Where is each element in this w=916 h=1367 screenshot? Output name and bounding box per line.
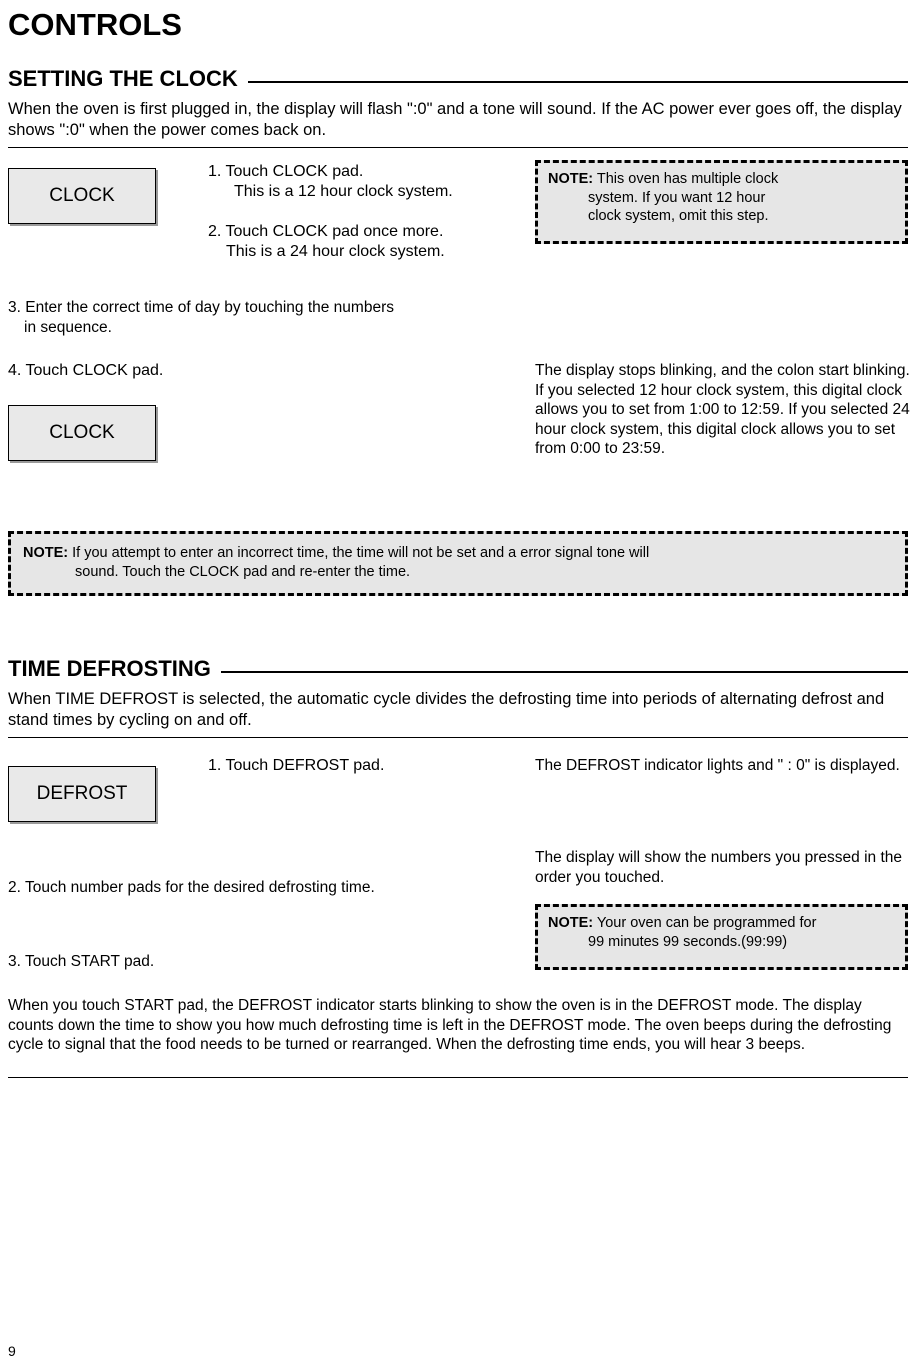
defrost-step-3: 3. Touch START pad. — [8, 953, 155, 970]
defrost-pad-button[interactable]: DEFROST — [8, 766, 156, 822]
clock-note-box-1: NOTE: This oven has multiple clock syste… — [535, 160, 908, 244]
clock-note-1-line1: NOTE: This oven has multiple clock — [548, 170, 895, 189]
clock-pad-button-2[interactable]: CLOCK — [8, 405, 156, 461]
clock-intro-text: When the oven is first plugged in, the d… — [8, 100, 902, 139]
page-title: CONTROLS — [8, 7, 182, 42]
clock-step-3: 3. Enter the correct time of day by touc… — [8, 298, 908, 337]
clock-step-2-line1: 2. Touch CLOCK pad once more. — [208, 223, 444, 240]
defrost-note-box: NOTE: Your oven can be programmed for 99… — [535, 904, 908, 970]
note-label: NOTE: — [548, 171, 594, 187]
defrost-intro-text: When TIME DEFROST is selected, the autom… — [8, 690, 885, 729]
clock-note-2-line1: NOTE: If you attempt to enter an incorre… — [23, 544, 893, 563]
clock-note-1-text2: system. If you want 12 hour — [588, 189, 766, 206]
defrost-pad-label: DEFROST — [36, 783, 128, 804]
clock-step-3-line2: in sequence. — [24, 318, 112, 336]
section-heading-defrost: TIME DEFROSTING — [8, 656, 908, 682]
clock-step-row-4: 4. Touch CLOCK pad. CLOCK The display st… — [8, 361, 910, 523]
note-label-3: NOTE: — [548, 915, 594, 931]
divider — [8, 147, 908, 148]
defrost-steps-block: DEFROST 1. Touch DEFROST pad. The DEFROS… — [8, 752, 908, 994]
clock-step-2-line2: This is a 24 hour clock system. — [226, 243, 445, 260]
defrost-note-line1: NOTE: Your oven can be programmed for — [548, 914, 895, 933]
clock-note-1-text1: This oven has multiple clock — [596, 171, 779, 187]
clock-pad-label: CLOCK — [49, 185, 115, 206]
note-label-2: NOTE: — [23, 545, 69, 561]
section-heading-defrost-label: TIME DEFROSTING — [8, 656, 211, 681]
clock-note-1-text3: clock system, omit this step. — [588, 208, 769, 224]
clock-step-4: 4. Touch CLOCK pad. — [8, 362, 164, 379]
defrost-step-2: 2. Touch number pads for the desired def… — [8, 879, 375, 896]
clock-step-row-1: CLOCK 1. Touch CLOCK pad. This is a 12 h… — [8, 160, 908, 280]
clock-note-2-text2: sound. Touch the CLOCK pad and re-enter … — [75, 563, 411, 580]
manual-page: CONTROLS SETTING THE CLOCK When the oven… — [0, 0, 916, 1367]
clock-pad-button-1[interactable]: CLOCK — [8, 168, 156, 224]
page-number: 9 — [8, 1343, 16, 1359]
defrost-step-2-result: The display will show the numbers you pr… — [535, 849, 903, 886]
section-heading-clock-label: SETTING THE CLOCK — [8, 66, 238, 91]
clock-note-2-text1: If you attempt to enter an incorrect tim… — [72, 545, 650, 561]
defrost-closing-text: When you touch START pad, the DEFROST in… — [8, 997, 892, 1053]
clock-step-3-line1: 3. Enter the correct time of day by touc… — [8, 299, 394, 316]
defrost-note-text1: Your oven can be programmed for — [596, 915, 817, 931]
defrost-step-1: 1. Touch DEFROST pad. — [208, 757, 385, 774]
clock-pad-label-2: CLOCK — [49, 422, 115, 443]
clock-steps-1-2: 1. Touch CLOCK pad. This is a 12 hour cl… — [208, 162, 518, 262]
clock-step-1-line1: 1. Touch CLOCK pad. — [208, 163, 364, 180]
defrost-step-1-result: The DEFROST indicator lights and " : 0" … — [535, 757, 900, 774]
clock-note-box-2: NOTE: If you attempt to enter an incorre… — [8, 531, 908, 596]
clock-step-1-line2: This is a 12 hour clock system. — [234, 183, 453, 200]
heading-rule-2 — [220, 671, 908, 673]
section-heading-clock: SETTING THE CLOCK — [8, 66, 908, 92]
page-content: CONTROLS SETTING THE CLOCK When the oven… — [8, 0, 910, 1078]
clock-step-4-result: The display stops blinking, and the colo… — [535, 362, 910, 457]
divider-3 — [8, 1076, 908, 1078]
defrost-note-text2: 99 minutes 99 seconds.(99:99) — [588, 933, 788, 950]
heading-rule — [247, 81, 908, 83]
divider-2 — [8, 737, 908, 738]
